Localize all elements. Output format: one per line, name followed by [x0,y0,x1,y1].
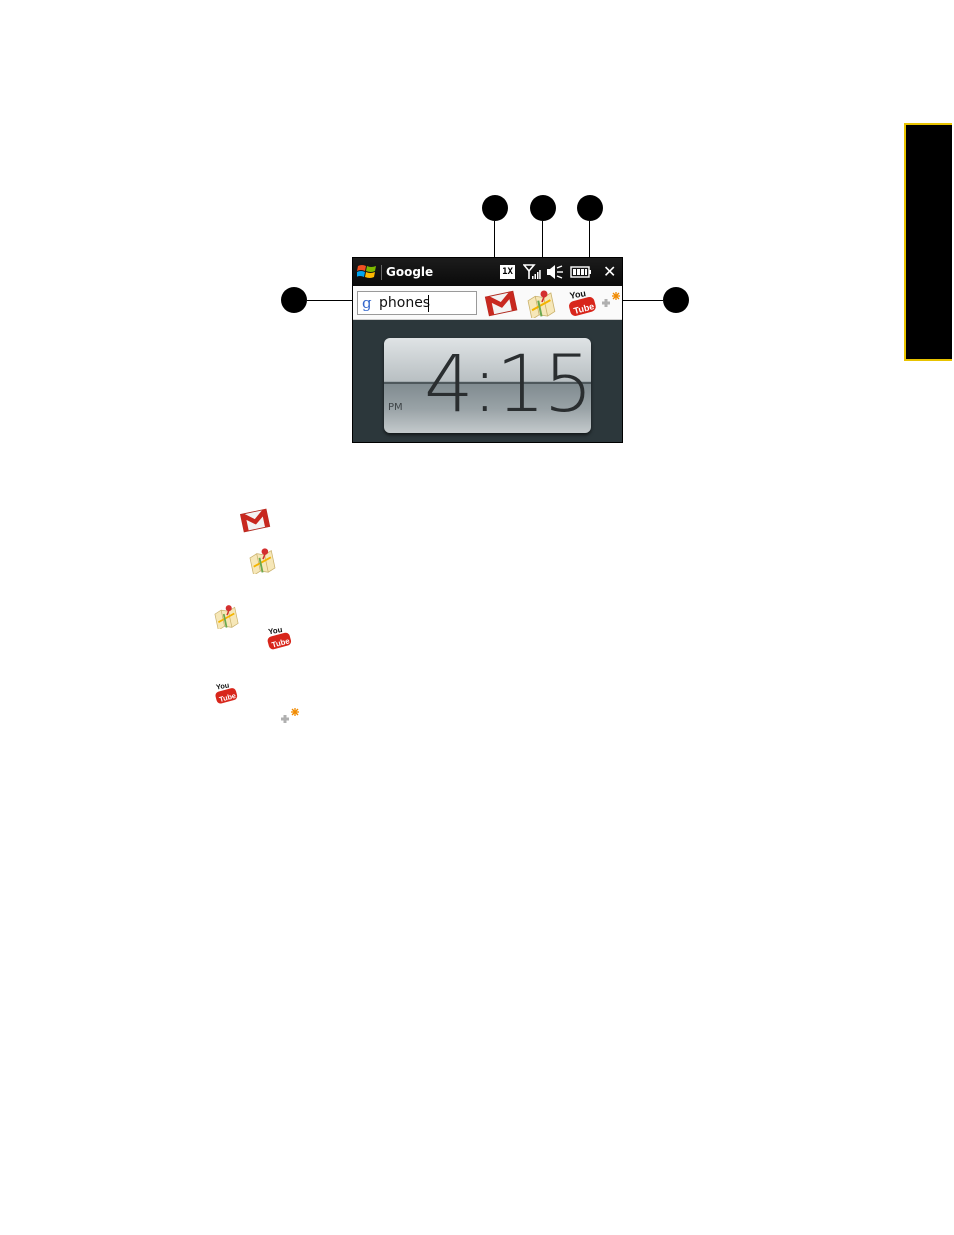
speaker-muted-icon[interactable] [546,264,564,280]
maps-icon [249,548,276,574]
add-shortcut-icon[interactable] [601,290,623,312]
add-shortcut-icon [281,708,299,723]
chapter-side-tab [904,123,952,361]
callout-youtube [577,195,603,221]
maps-icon[interactable] [525,288,559,318]
callout-add [663,287,689,313]
leader-add [621,300,663,301]
clock-widget[interactable]: 4:15 PM [384,338,593,433]
callout-maps [530,195,556,221]
search-input[interactable]: g phones [357,291,477,315]
title-bar: Google 1X ✕ [353,258,622,286]
text-cursor [428,295,429,312]
battery-icon[interactable] [570,264,592,280]
youtube-icon[interactable]: You Tube [565,287,599,319]
signal-icon[interactable] [523,264,541,280]
clock-time: 4:15 [424,340,593,430]
windows-start-icon[interactable] [357,263,377,281]
close-button[interactable]: ✕ [603,262,616,282]
youtube-icon: You Tube [268,625,292,650]
gmail-icon[interactable] [484,289,518,317]
gmail-icon [239,508,271,533]
callout-gmail [482,195,508,221]
youtube-icon: You Tube [215,680,238,704]
search-value: phones [379,295,431,311]
clock-ampm: PM [388,402,403,413]
callout-search [281,287,307,313]
app-title: Google [386,265,434,279]
maps-icon [214,605,239,629]
phone-screen: Google 1X ✕ g phones You Tube 4:15 PM [352,257,623,443]
title-separator [381,265,382,280]
network-badge: 1X [500,265,515,279]
home-clock-area: 4:15 PM [353,320,622,442]
google-search-bar: g phones You Tube [353,286,622,320]
google-logo-icon: g [362,294,372,312]
